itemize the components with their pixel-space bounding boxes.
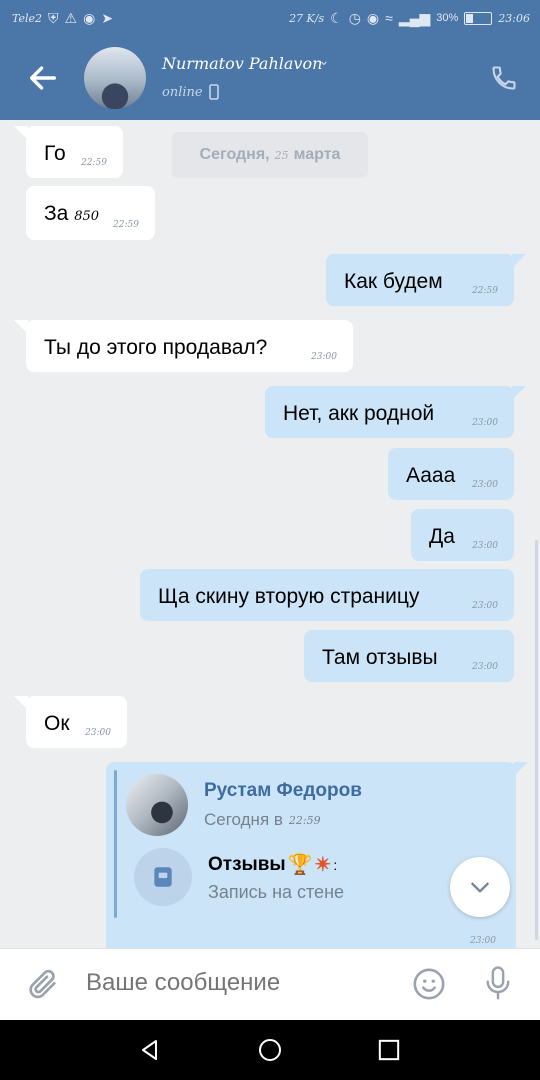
battery-icon <box>464 11 493 25</box>
emoji-icon[interactable] <box>412 967 446 1001</box>
message-bubble-incoming[interactable]: За 850 22:59 <box>26 186 155 240</box>
carrier-label: Tele2 <box>12 11 43 25</box>
message-bubble-outgoing[interactable]: Ща скину вторую страницу 23:00 <box>140 569 514 621</box>
date-label: Сегодня, <box>199 146 270 163</box>
message-time: 23:00 <box>472 541 498 551</box>
message-time: 23:00 <box>85 728 111 738</box>
message-bubble-outgoing[interactable]: Аааа 23:00 <box>388 448 514 500</box>
chevron-down-icon <box>471 882 489 893</box>
message-time: 23:00 <box>472 480 498 490</box>
message-time: 22:59 <box>472 286 498 296</box>
warning-icon: ⚠ <box>64 10 78 26</box>
quote-bar <box>114 770 117 918</box>
message-text: Го <box>44 142 66 165</box>
wall-post-bubble[interactable]: Рустам Федоров Сегодня в 22:59 Отзывы 🏆 … <box>106 762 528 948</box>
telegram-icon: ➤ <box>101 10 114 26</box>
trophy-icon: 🏆 <box>287 854 313 876</box>
shield-icon: ⛨ <box>48 10 59 26</box>
message-time: 23:00 <box>311 352 337 362</box>
alarm-icon: ◷ <box>348 10 361 26</box>
message-bubble-incoming[interactable]: Ок 23:00 <box>14 696 127 748</box>
paperclip-icon[interactable] <box>26 967 60 1001</box>
message-text: Как будем <box>344 270 443 293</box>
contact-status: online <box>162 84 219 100</box>
nav-recents-icon[interactable] <box>378 1039 400 1061</box>
chat-header: Nurmatov Pahlavon ⌄ online <box>0 38 540 120</box>
message-text: Ок <box>44 712 70 735</box>
message-bubble-outgoing[interactable]: Да 23:00 <box>411 509 514 561</box>
mobile-device-icon <box>208 84 219 100</box>
signal-icon: ▂▄▆ <box>398 10 431 26</box>
message-time: 23:00 <box>472 418 498 428</box>
message-bubble-outgoing[interactable]: Там отзывы 23:00 <box>304 630 514 682</box>
nav-home-icon[interactable] <box>258 1038 282 1062</box>
message-text: Там отзывы <box>322 646 438 669</box>
post-author[interactable]: Рустам Федоров <box>204 780 362 802</box>
system-nav-bar <box>0 1020 540 1080</box>
message-bubble-outgoing[interactable]: Нет, акк родной 23:00 <box>265 386 526 438</box>
document-icon <box>154 867 172 887</box>
battery-percent: 30% <box>436 12 459 24</box>
message-text: Ща скину вторую страницу <box>158 585 420 608</box>
scrollbar[interactable] <box>535 540 538 940</box>
message-bubble-incoming[interactable]: Го 22:59 <box>14 126 123 178</box>
message-time: 23:00 <box>472 662 498 672</box>
date-separator: Сегодня, 25 марта <box>172 132 368 178</box>
message-bubble-outgoing[interactable]: Как будем 22:59 <box>326 254 526 306</box>
message-time: 22:59 <box>81 158 107 168</box>
message-text-main: За <box>44 202 69 225</box>
post-title[interactable]: Отзывы 🏆 ✴ : <box>208 852 337 877</box>
contact-avatar[interactable] <box>84 47 146 109</box>
explosion-icon: ✴ <box>314 854 332 876</box>
message-text: За 850 <box>44 202 99 226</box>
message-time: 23:00 <box>472 601 498 611</box>
wifi-icon: ≈ <box>385 10 393 26</box>
message-amount: 850 <box>74 209 100 224</box>
phone-call-icon[interactable] <box>490 64 518 92</box>
chevron-down-icon[interactable]: ⌄ <box>318 52 330 69</box>
network-speed: 27 K/s <box>289 11 325 25</box>
message-time: 23:00 <box>470 936 496 946</box>
contact-name[interactable]: Nurmatov Pahlavon <box>162 54 322 73</box>
nav-back-icon[interactable] <box>138 1038 162 1062</box>
eye-icon: ◉ <box>366 10 380 26</box>
message-text: Да <box>429 525 455 548</box>
date-day: 25 <box>274 148 289 162</box>
microphone-icon[interactable] <box>482 965 514 1001</box>
date-month: марта <box>293 146 341 163</box>
status-bar: Tele2 ⛨ ⚠ ◉ ➤ 27 K/s ☾ ◷ ◉ ≈ ▂▄▆ 30% 23:… <box>0 0 540 38</box>
wall-post-icon[interactable] <box>134 848 192 906</box>
message-input[interactable] <box>86 969 386 997</box>
message-bubble-incoming[interactable]: Ты до этого продавал? 23:00 <box>14 320 353 372</box>
chat-bubble-icon: ◉ <box>83 10 96 26</box>
post-date: Сегодня в 22:59 <box>204 810 321 830</box>
message-time: 22:59 <box>113 220 139 230</box>
message-text: Ты до этого продавал? <box>44 336 268 359</box>
author-avatar[interactable] <box>126 774 188 836</box>
message-text: Нет, акк родной <box>283 402 435 425</box>
message-text: Аааа <box>406 464 456 487</box>
moon-icon: ☾ <box>330 10 343 26</box>
clock: 23:06 <box>498 11 530 25</box>
post-subtitle: Запись на стене <box>208 882 345 902</box>
back-arrow-icon[interactable] <box>26 61 60 95</box>
post-date-time: 22:59 <box>288 813 321 827</box>
post-title-suffix: : <box>333 856 338 873</box>
scroll-down-button[interactable] <box>450 857 510 917</box>
post-date-prefix: Сегодня в <box>204 810 283 829</box>
message-feed[interactable]: Го 22:59 Сегодня, 25 марта За 850 22:59 … <box>0 120 540 948</box>
message-composer <box>0 948 540 1021</box>
post-title-text: Отзывы <box>208 853 286 875</box>
status-text: online <box>162 84 203 100</box>
